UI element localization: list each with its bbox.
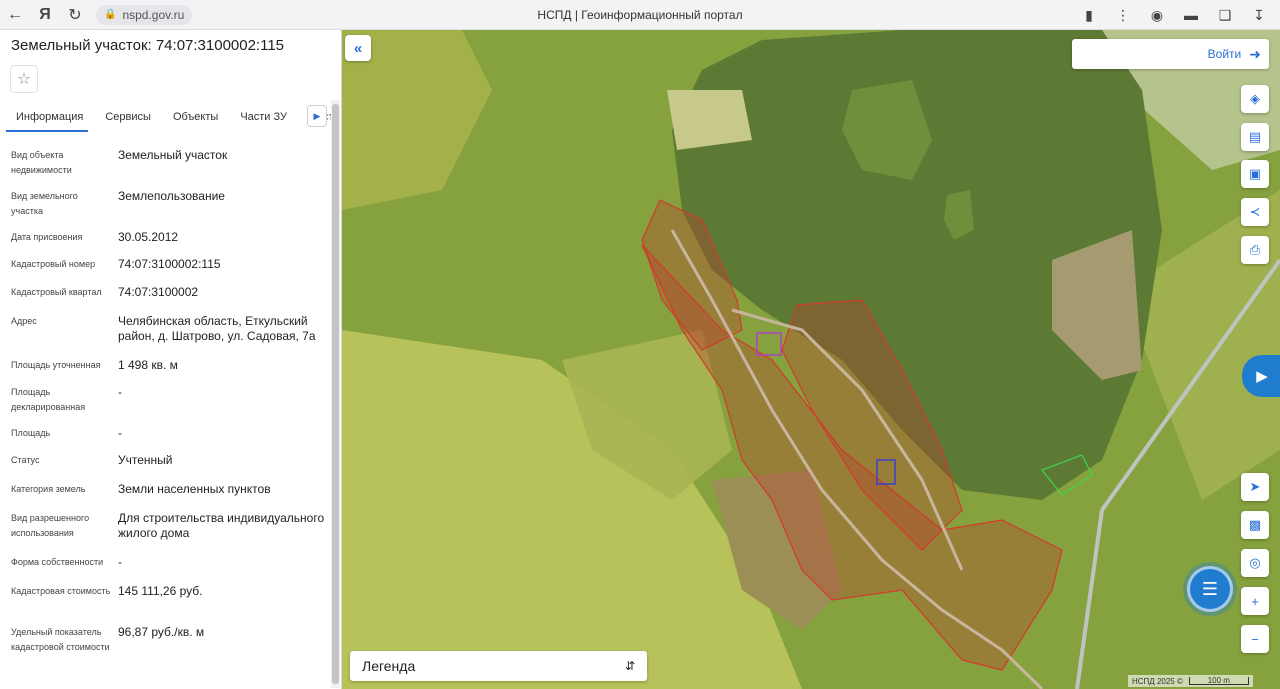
yandex-icon[interactable]: Я bbox=[30, 0, 60, 30]
scroll-thumb[interactable] bbox=[332, 104, 339, 684]
print-icon[interactable]: ⎙ bbox=[1241, 236, 1269, 264]
scale-bar: 100 m bbox=[1188, 677, 1249, 685]
panel-scrollbar[interactable] bbox=[331, 100, 340, 688]
extension-icon[interactable]: ◉ bbox=[1142, 0, 1172, 30]
panel-title: Земельный участок: 74:07:3100002:115 bbox=[11, 37, 285, 54]
layers-icon[interactable]: ◈ bbox=[1241, 85, 1269, 113]
panel-tabs: Информация Сервисы Объекты Части ЗУ Сост… bbox=[0, 102, 340, 132]
collections-icon[interactable]: ❑ bbox=[1210, 0, 1240, 30]
login-label: Войти bbox=[1207, 47, 1242, 61]
shield-icon[interactable]: ▬ bbox=[1176, 0, 1206, 30]
favorite-star-icon[interactable]: ☆ bbox=[10, 65, 38, 93]
zoom-in-icon[interactable]: + bbox=[1241, 587, 1269, 615]
select-area-icon[interactable]: ▣ bbox=[1241, 160, 1269, 188]
back-icon[interactable]: ← bbox=[0, 0, 30, 30]
ruler-icon[interactable]: ▤ bbox=[1241, 123, 1269, 151]
locate-icon[interactable]: ➤ bbox=[1241, 473, 1269, 501]
login-button[interactable]: Войти ➜ bbox=[1072, 39, 1269, 69]
address-bar[interactable]: 🔒 nspd.gov.ru bbox=[96, 4, 193, 25]
legend-label: Легенда bbox=[362, 658, 416, 674]
geo-search-icon[interactable]: ◎ bbox=[1241, 549, 1269, 577]
map-view[interactable]: « Войти ➜ ◈ ▤ ▣ ≺ ⎙ ▶ ➤ ▩ ◎ + − ☰ Легенд… bbox=[342, 30, 1280, 689]
legend-select[interactable]: Легенда ⇵ bbox=[350, 651, 647, 681]
bookmark-icon[interactable]: ▮ bbox=[1074, 0, 1104, 30]
chat-icon[interactable]: ☰ bbox=[1187, 566, 1233, 612]
collapse-panel-icon[interactable]: « bbox=[345, 35, 371, 61]
satellite-map bbox=[342, 30, 1280, 689]
attribution-text: НСПД 2025 © bbox=[1132, 676, 1183, 686]
tab-parts[interactable]: Части ЗУ bbox=[229, 102, 298, 132]
tabs-scroll-right-icon[interactable]: ▶ bbox=[307, 105, 327, 127]
reload-icon[interactable]: ↻ bbox=[60, 0, 90, 30]
browser-toolbar: ← Я ↻ 🔒 nspd.gov.ru НСПД | Геоинформацио… bbox=[0, 0, 1280, 30]
tab-services[interactable]: Сервисы bbox=[94, 102, 162, 132]
side-panel-toggle-icon[interactable]: ▶ bbox=[1242, 355, 1280, 397]
lock-icon: 🔒 bbox=[104, 9, 117, 20]
login-icon: ➜ bbox=[1249, 45, 1261, 62]
object-info-panel: Земельный участок: 74:07:3100002:115 ☆ И… bbox=[0, 30, 342, 689]
url-text: nspd.gov.ru bbox=[122, 7, 185, 22]
menu-icon[interactable]: ⋮ bbox=[1108, 0, 1138, 30]
tab-objects[interactable]: Объекты bbox=[162, 102, 229, 132]
tab-information[interactable]: Информация bbox=[0, 102, 94, 132]
chevron-updown-icon: ⇵ bbox=[624, 659, 635, 673]
download-icon[interactable]: ↧ bbox=[1244, 0, 1274, 30]
map-attribution: НСПД 2025 © 100 m bbox=[1128, 675, 1253, 687]
share-icon[interactable]: ≺ bbox=[1241, 198, 1269, 226]
zoom-out-icon[interactable]: − bbox=[1241, 625, 1269, 653]
minimap-icon[interactable]: ▩ bbox=[1241, 511, 1269, 539]
